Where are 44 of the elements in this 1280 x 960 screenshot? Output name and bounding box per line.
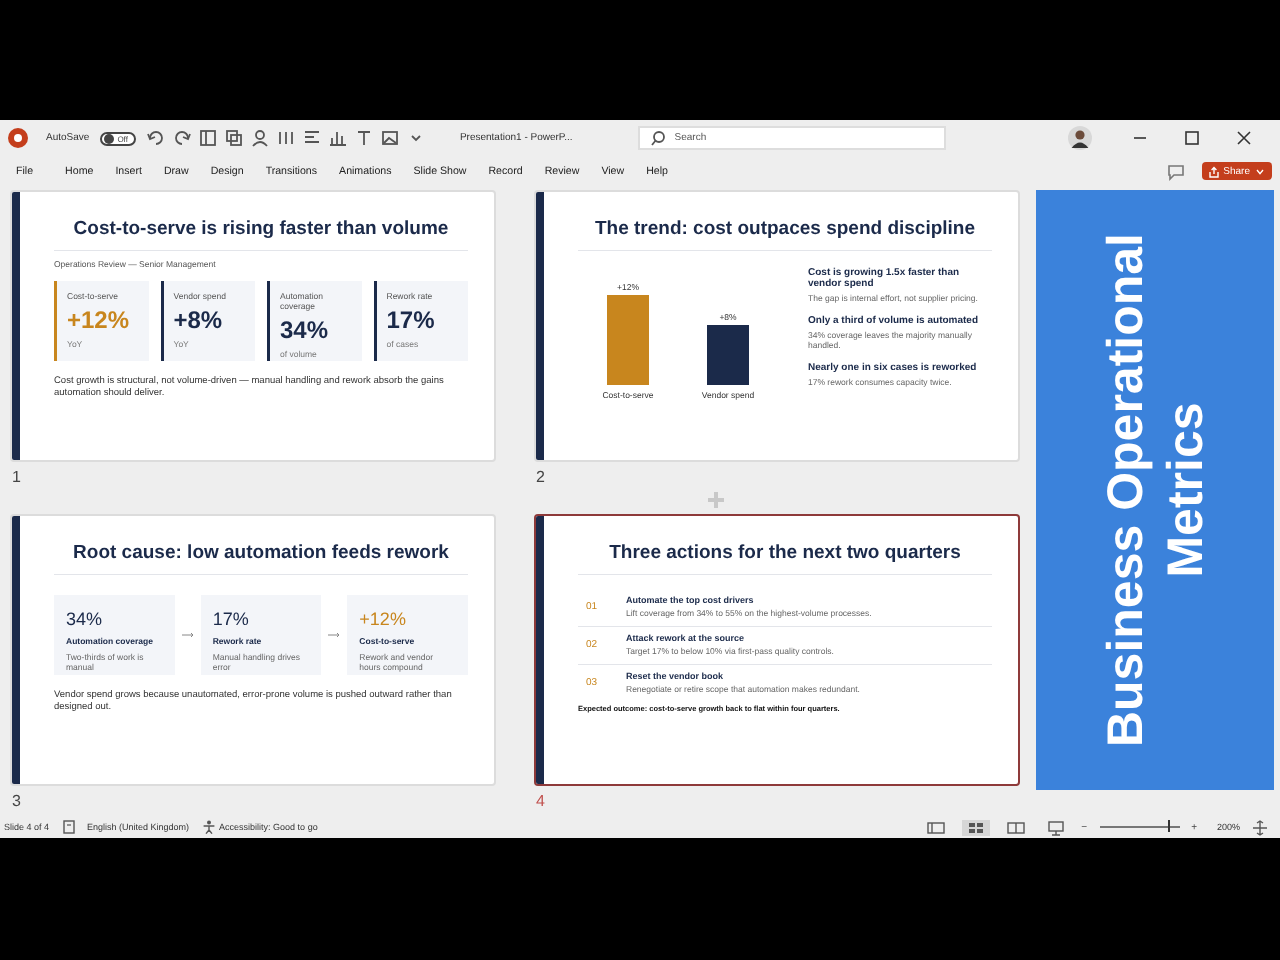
- maximize-icon[interactable]: [1182, 128, 1203, 148]
- undo-icon[interactable]: [145, 128, 166, 148]
- copy-icon[interactable]: [223, 128, 244, 148]
- app-logo-icon: [8, 128, 28, 148]
- caret-icon: [1254, 165, 1266, 177]
- reading-view-icon[interactable]: [1001, 819, 1030, 835]
- step-value: 34%: [66, 609, 105, 630]
- search-icon: [650, 130, 667, 146]
- slide-thumbnail[interactable]: [10, 514, 496, 786]
- align-icon[interactable]: [301, 128, 322, 148]
- close-icon[interactable]: [1234, 128, 1255, 148]
- share-icon: [1207, 165, 1220, 177]
- avatar-icon[interactable]: [1068, 126, 1093, 150]
- columns-icon[interactable]: [275, 128, 296, 148]
- slide-title: The trend: cost outpaces spend discipline: [592, 218, 978, 240]
- kpi-value: 34%: [280, 317, 331, 345]
- normal-view-icon[interactable]: [921, 819, 950, 835]
- slide-thumbnail[interactable]: [10, 190, 496, 462]
- slide-number: 2: [534, 468, 547, 488]
- slide-title: Three actions for the next two quarters: [607, 542, 963, 564]
- slide-number: 3: [10, 792, 23, 812]
- slide-thumbnail[interactable]: [534, 514, 1020, 786]
- person-icon[interactable]: [249, 128, 270, 148]
- text-icon[interactable]: [353, 128, 374, 148]
- layout-icon[interactable]: [197, 128, 218, 148]
- image-icon[interactable]: [379, 128, 400, 148]
- notes-icon[interactable]: [61, 820, 76, 834]
- kpi-value: 17%: [386, 307, 437, 335]
- kpi-value: +12%: [67, 307, 132, 335]
- step-value: +12%: [359, 609, 408, 630]
- slide-title: Root cause: low automation feeds rework: [71, 542, 451, 564]
- slide-sorter-icon[interactable]: [961, 819, 990, 835]
- step-value: 17%: [212, 609, 251, 630]
- comment-icon[interactable]: [1165, 161, 1186, 181]
- panel-title: Business Operational Metrics: [1095, 230, 1215, 752]
- slide-thumbnail[interactable]: [534, 190, 1020, 462]
- fit-slide-icon[interactable]: [1252, 819, 1268, 835]
- redo-icon[interactable]: [171, 128, 192, 148]
- kpi-value: +8%: [173, 307, 225, 335]
- slide-number: 1: [10, 468, 23, 488]
- slide-title: Cost-to-serve is rising faster than volume: [71, 218, 451, 240]
- chart-icon[interactable]: [327, 128, 348, 148]
- slide-number: 4: [534, 792, 547, 812]
- accessibility-icon: [201, 820, 216, 834]
